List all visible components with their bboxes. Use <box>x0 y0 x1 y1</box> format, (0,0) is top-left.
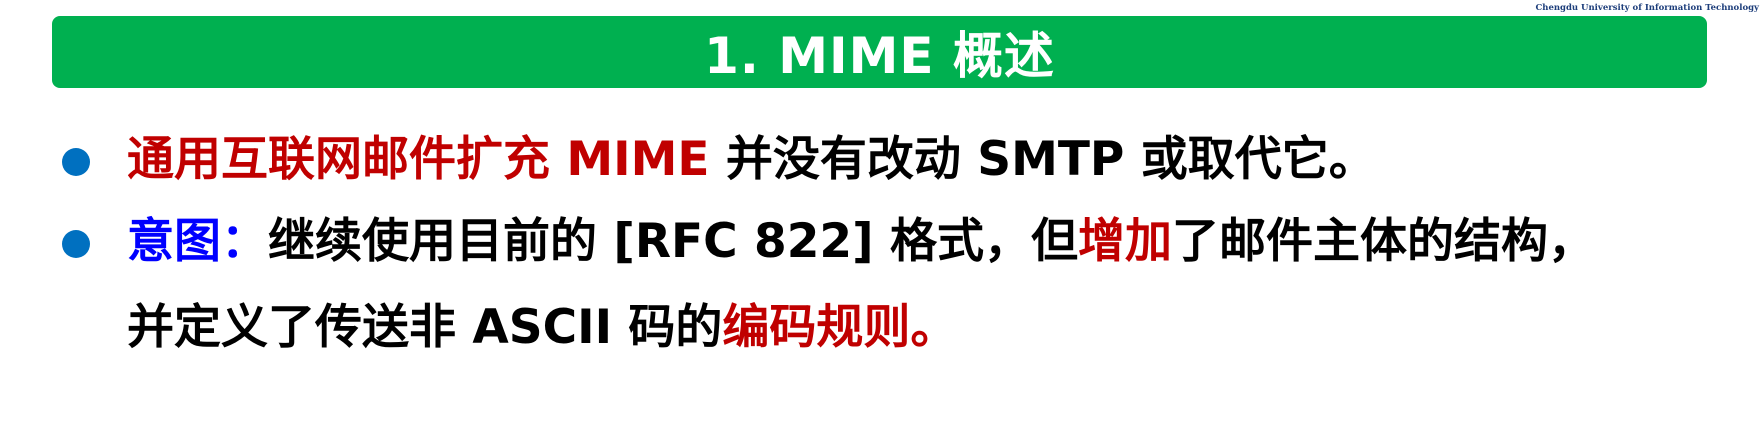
slide-title: 1. MIME 概述 <box>704 27 1055 85</box>
title-banner: 1. MIME 概述 <box>52 16 1707 88</box>
bullet-2-text: 意图：继续使用目前的 [RFC 822] 格式，但增加了邮件主体的结构， <box>127 212 1595 272</box>
bullet-2-segment: 增加 <box>1077 214 1172 269</box>
bullet-2-segment: 了邮件主体的结构， <box>1171 214 1595 269</box>
bullet-1-segment: 并没有改动 SMTP 或取代它。 <box>709 132 1376 187</box>
bullet-1-text: 通用互联网邮件扩充 MIME 并没有改动 SMTP 或取代它。 <box>127 130 1376 190</box>
bullet-2-segment: 意图： <box>127 214 268 269</box>
bullet-1-segment: 通用互联网邮件扩充 MIME <box>127 132 710 187</box>
bullet-2-cont-segment: 编码规则。 <box>722 300 958 355</box>
bullet-2-continuation: 并定义了传送非 ASCII 码的编码规则。 <box>127 298 957 358</box>
university-logo-text: Chengdu University of Information Techno… <box>1535 3 1760 13</box>
bullet-2-cont-segment: 并定义了传送非 ASCII 码的 <box>127 300 723 355</box>
bullet-2-segment: 继续使用目前的 [RFC 822] 格式，但 <box>268 214 1078 269</box>
bullet-dot-icon <box>62 230 90 258</box>
bullet-dot-icon <box>62 148 90 176</box>
